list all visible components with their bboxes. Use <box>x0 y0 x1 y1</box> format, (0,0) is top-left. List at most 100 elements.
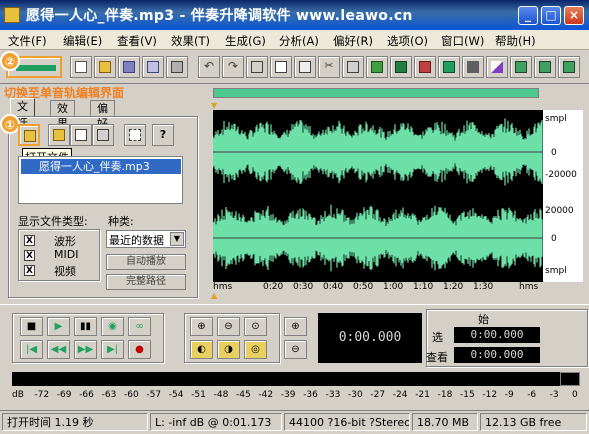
grid-2-button[interactable] <box>534 56 556 78</box>
zoom-in-h-button[interactable]: ⊕ <box>190 317 213 336</box>
zoom-out-v-button[interactable]: ⊖ <box>284 340 307 359</box>
open-append-button[interactable] <box>48 124 70 146</box>
stop-button[interactable]: ■ <box>20 317 43 336</box>
type-wave-label: 波形 <box>54 235 76 248</box>
tab-file[interactable]: 文件 <box>10 98 35 128</box>
menu-generate[interactable]: 生成(G) <box>225 33 266 49</box>
end-marker-icon[interactable]: ▲ <box>211 292 219 300</box>
pause-button[interactable]: ▮▮ <box>74 317 97 336</box>
view-start-field[interactable]: 0:00.000 <box>454 347 540 363</box>
help-button[interactable]: ? <box>152 124 174 146</box>
maximize-button[interactable]: □ <box>541 6 561 25</box>
zoom-right-icon: ◑ <box>224 344 233 355</box>
menu-effects[interactable]: 效果(T) <box>171 33 210 49</box>
undo-button[interactable]: ↶ <box>198 56 220 78</box>
file-list[interactable]: 愿得一人心_伴奏.mp3 <box>18 156 183 204</box>
copy-button[interactable] <box>270 56 292 78</box>
open-file-button[interactable] <box>18 124 40 146</box>
go-to-start-button[interactable]: |◀ <box>20 340 43 359</box>
zoom-in-v-button[interactable]: ⊕ <box>284 317 307 336</box>
type-wave-checkbox[interactable]: X <box>24 235 35 246</box>
kind-label: 种类: <box>108 215 134 228</box>
loop-button[interactable]: ∞ <box>128 317 151 336</box>
menu-help[interactable]: 帮助(H) <box>495 33 536 49</box>
menu-analyze[interactable]: 分析(A) <box>279 33 319 49</box>
time-label: 1:00 <box>383 282 404 292</box>
undo-icon: ↶ <box>203 59 215 73</box>
paste-button[interactable] <box>294 56 316 78</box>
scissors-icon: ✂ <box>324 59 334 72</box>
mix-paste-icon <box>371 61 383 73</box>
type-midi-checkbox[interactable]: X <box>24 250 35 261</box>
minimize-button[interactable]: _ <box>518 6 538 25</box>
ruler-zero-bottom: 0 <box>551 234 557 244</box>
cut-button[interactable]: ✂ <box>318 56 340 78</box>
save-as-button[interactable] <box>166 56 188 78</box>
repeat-button[interactable] <box>246 56 268 78</box>
options-icon <box>129 129 141 141</box>
menu-options[interactable]: 选项(O) <box>387 33 428 49</box>
chevron-down-icon[interactable]: ▼ <box>170 232 184 246</box>
zoom-left-button[interactable]: ◐ <box>190 340 213 359</box>
select-start-field[interactable]: 0:00.000 <box>454 327 540 343</box>
ruler-max-bottom: 20000 <box>545 206 574 216</box>
silence-button[interactable] <box>414 56 436 78</box>
grid-1-button[interactable] <box>510 56 532 78</box>
position-display: 0:00.000 <box>318 313 422 363</box>
zoom-left-icon: ◐ <box>197 344 206 355</box>
close-button[interactable]: × <box>564 6 584 25</box>
meter-clip-indicator[interactable] <box>560 372 580 386</box>
meter-scale-label: -3 <box>549 390 559 400</box>
save-button[interactable] <box>118 56 140 78</box>
marker-2: ② <box>0 51 20 71</box>
menu-view[interactable]: 查看(V) <box>117 33 157 49</box>
trim-button[interactable] <box>390 56 412 78</box>
new-file-icon <box>75 61 87 73</box>
fast-forward-button[interactable]: ▶▶ <box>74 340 97 359</box>
type-video-checkbox[interactable]: X <box>24 265 35 276</box>
window-title: 愿得一人心_伴奏.mp3 - 伴奏升降调软件 www.leawo.cn <box>26 8 413 24</box>
snap-button[interactable] <box>462 56 484 78</box>
auto-play-button[interactable]: 自动播放 <box>106 254 186 270</box>
zoom-selection-button[interactable]: ◎ <box>244 340 267 359</box>
meter-scale-label: 0 <box>572 390 578 400</box>
start-marker-icon[interactable]: ▼ <box>211 102 219 110</box>
paste-new-button[interactable] <box>342 56 364 78</box>
waveform-mini-icon <box>16 65 56 71</box>
go-to-end-button[interactable]: ▶| <box>101 340 124 359</box>
options-button[interactable] <box>124 124 146 146</box>
menu-file[interactable]: 文件(F) <box>8 33 47 49</box>
save-all-button[interactable] <box>142 56 164 78</box>
file-list-item[interactable]: 愿得一人心_伴奏.mp3 <box>21 159 181 174</box>
menu-favorites[interactable]: 偏好(R) <box>333 33 373 49</box>
play-to-end-button[interactable]: ◉ <box>101 317 124 336</box>
rewind-button[interactable]: ◀◀ <box>47 340 70 359</box>
record-button[interactable]: ● <box>128 340 151 359</box>
tab-effects[interactable]: 效果 <box>50 100 75 130</box>
tab-favorites[interactable]: 偏好 <box>90 100 115 130</box>
waveform-channel-left <box>212 118 543 186</box>
menu-window[interactable]: 窗口(W) <box>441 33 484 49</box>
zoom-out-h-button[interactable]: ⊖ <box>217 317 240 336</box>
folder-add-icon <box>53 129 65 141</box>
grid-3-button[interactable] <box>558 56 580 78</box>
insert-button[interactable] <box>92 124 114 146</box>
menu-edit[interactable]: 编辑(E) <box>63 33 102 49</box>
zoom-full-button[interactable]: ⊙ <box>244 317 267 336</box>
play-button[interactable]: ▶ <box>47 317 70 336</box>
meter-scale-label: -63 <box>101 390 117 400</box>
zoom-selection-button[interactable] <box>438 56 460 78</box>
meter-scale-label: -51 <box>191 390 206 400</box>
redo-button[interactable]: ↷ <box>222 56 244 78</box>
new-file-button[interactable] <box>70 56 92 78</box>
mix-paste-button[interactable] <box>366 56 388 78</box>
overview-bar[interactable] <box>213 88 539 98</box>
open-button[interactable] <box>94 56 116 78</box>
waveform-display[interactable] <box>212 110 543 282</box>
close-file-button[interactable] <box>70 124 92 146</box>
full-path-button[interactable]: 完整路径 <box>106 274 186 290</box>
zoom-out-icon: ⊖ <box>224 321 233 332</box>
status-format: 44100 ?16-bit ?Stereo <box>284 413 410 431</box>
spectral-button[interactable] <box>486 56 508 78</box>
zoom-right-button[interactable]: ◑ <box>217 340 240 359</box>
